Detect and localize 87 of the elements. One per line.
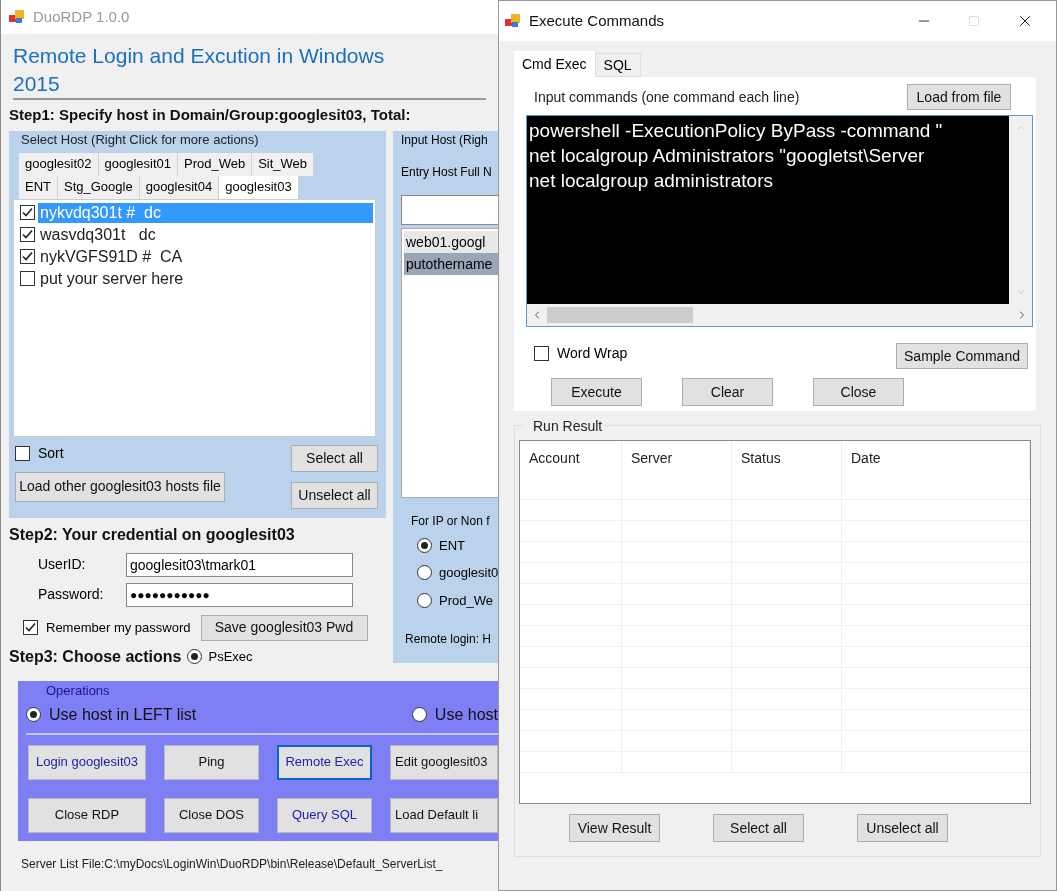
window-title: DuoRDP 1.0.0 [33, 6, 130, 27]
group-caption: For IP or Non f [410, 512, 491, 530]
option-label: Prod_We [439, 591, 493, 610]
checkbox[interactable] [20, 205, 35, 220]
host-tab[interactable]: Prod_Web [178, 152, 253, 176]
column-header[interactable]: Date [842, 441, 1030, 479]
option-label: ENT [439, 536, 465, 555]
app-icon [9, 9, 25, 25]
action-button[interactable]: Close [813, 378, 904, 406]
load-file-button[interactable]: Load from file [907, 84, 1011, 110]
checkbox[interactable] [20, 271, 35, 286]
checkbox[interactable] [23, 620, 38, 635]
group-caption: Operations [45, 682, 111, 699]
host-tab[interactable]: googlesit01 [98, 152, 178, 176]
radio-button[interactable] [26, 707, 41, 722]
operation-button[interactable]: Login googlesit03 [28, 744, 146, 780]
host-item[interactable]: web01.googl [404, 230, 498, 253]
word-wrap-label: Word Wrap [557, 343, 628, 363]
load-hosts-button[interactable]: Load other googlesit03 hosts file [15, 471, 225, 502]
operation-button[interactable]: Ping [164, 744, 259, 780]
step-heading: Step3: Choose actions [9, 646, 182, 667]
option-label: googlesit0 [439, 564, 498, 582]
input-label: Input commands (one command each line) [534, 87, 800, 107]
command-tab[interactable]: Cmd Exec [514, 51, 595, 77]
userid-field[interactable]: googlesit03\tmark01 [126, 552, 353, 577]
app-heading: Remote Login and Excution in Windows [13, 43, 386, 69]
column-header[interactable]: Account [520, 441, 622, 479]
host-tab[interactable]: googlesit02 [19, 152, 99, 176]
step-heading: Step1: Specify host in Domain/Group:googlesit03, Total: [8, 105, 412, 125]
group-caption: Select Host (Right Click for more actions) [20, 130, 260, 149]
command-line: powershell -ExecutionPolicy ByPass -command " [529, 119, 944, 143]
checkbox[interactable] [20, 249, 35, 264]
source-label: Use host [434, 704, 498, 725]
radio-button[interactable] [417, 592, 432, 608]
psexec-label: PsExec [208, 647, 253, 666]
host-tab[interactable]: googlesit03 [219, 175, 299, 199]
host-tab[interactable]: Sit_Web [252, 152, 315, 176]
horizontal-scrollbar[interactable] [547, 307, 693, 323]
radio-button[interactable] [417, 537, 432, 553]
column-header[interactable]: Status [732, 441, 842, 479]
status-text: Server List File:C:\myDocs\LoginWin\DuoRDP\bin\Release\Default_ServerList_ [20, 855, 444, 873]
operation-button[interactable]: Edit googlesit03 [390, 744, 498, 780]
password-label: Password: [37, 585, 105, 604]
command-tab[interactable]: SQL [594, 53, 641, 77]
source-label: Use host in LEFT list [49, 704, 197, 725]
command-input-field[interactable]: powershell -ExecutionPolicy ByPass -command " net localgroup Administrators "googletst\Server net localgroup administrators [526, 115, 1033, 327]
window-title: Execute Commands [529, 10, 665, 31]
result-button[interactable]: Unselect all [857, 814, 948, 842]
checkbox[interactable] [534, 345, 549, 361]
step-heading: Step2: Your credential on googlesit03 [9, 524, 296, 545]
select-all-button[interactable]: Select all [291, 444, 378, 472]
command-line: net localgroup Administrators "googletst\Server [529, 144, 926, 168]
result-button[interactable]: Select all [713, 814, 804, 842]
sample-command-button[interactable]: Sample Command [896, 343, 1028, 369]
result-button[interactable]: View Result [569, 814, 660, 842]
action-button[interactable]: Clear [682, 378, 773, 406]
host-item[interactable]: put your server here [38, 268, 373, 289]
operation-button[interactable]: Query SQL [277, 797, 372, 833]
unselect-all-button[interactable]: Unselect all [291, 481, 378, 509]
radio-button[interactable] [417, 565, 432, 581]
host-tab[interactable]: Stg_Google [58, 175, 140, 199]
password-field[interactable]: ●●●●●●●●●●● [126, 582, 353, 607]
remote-login-label: Remote login: H [404, 631, 493, 648]
checkbox[interactable] [20, 227, 35, 242]
radio-button[interactable] [187, 649, 203, 664]
operation-button[interactable]: Load Default li [390, 797, 498, 833]
radio-button[interactable] [411, 707, 427, 722]
entry-host-label: Entry Host Full N [401, 163, 493, 181]
app-icon [505, 13, 521, 29]
host-tab[interactable]: ENT [19, 175, 58, 199]
operation-button[interactable]: Remote Exec [277, 744, 372, 780]
host-item[interactable]: putothername [404, 252, 498, 275]
sort-label: Sort [38, 443, 64, 463]
operation-button[interactable]: Close RDP [28, 797, 146, 833]
group-caption: Run Result [523, 418, 605, 434]
host-item[interactable]: wasvdq301t dc [38, 224, 373, 245]
save-password-button[interactable]: Save googlesit03 Pwd [200, 614, 368, 641]
command-line: net localgroup administrators [529, 169, 774, 193]
column-header[interactable]: Server [622, 441, 732, 479]
remember-label: Remember my password [46, 618, 191, 637]
operation-button[interactable]: Close DOS [164, 797, 259, 833]
group-caption: Input Host (Righ [401, 131, 489, 149]
userid-label: UserID: [37, 555, 87, 574]
action-button[interactable]: Execute [551, 378, 642, 406]
host-item[interactable]: nykVGFS91D # CA [38, 246, 373, 267]
checkbox[interactable] [15, 445, 30, 461]
year-label: 2015 [13, 71, 61, 97]
